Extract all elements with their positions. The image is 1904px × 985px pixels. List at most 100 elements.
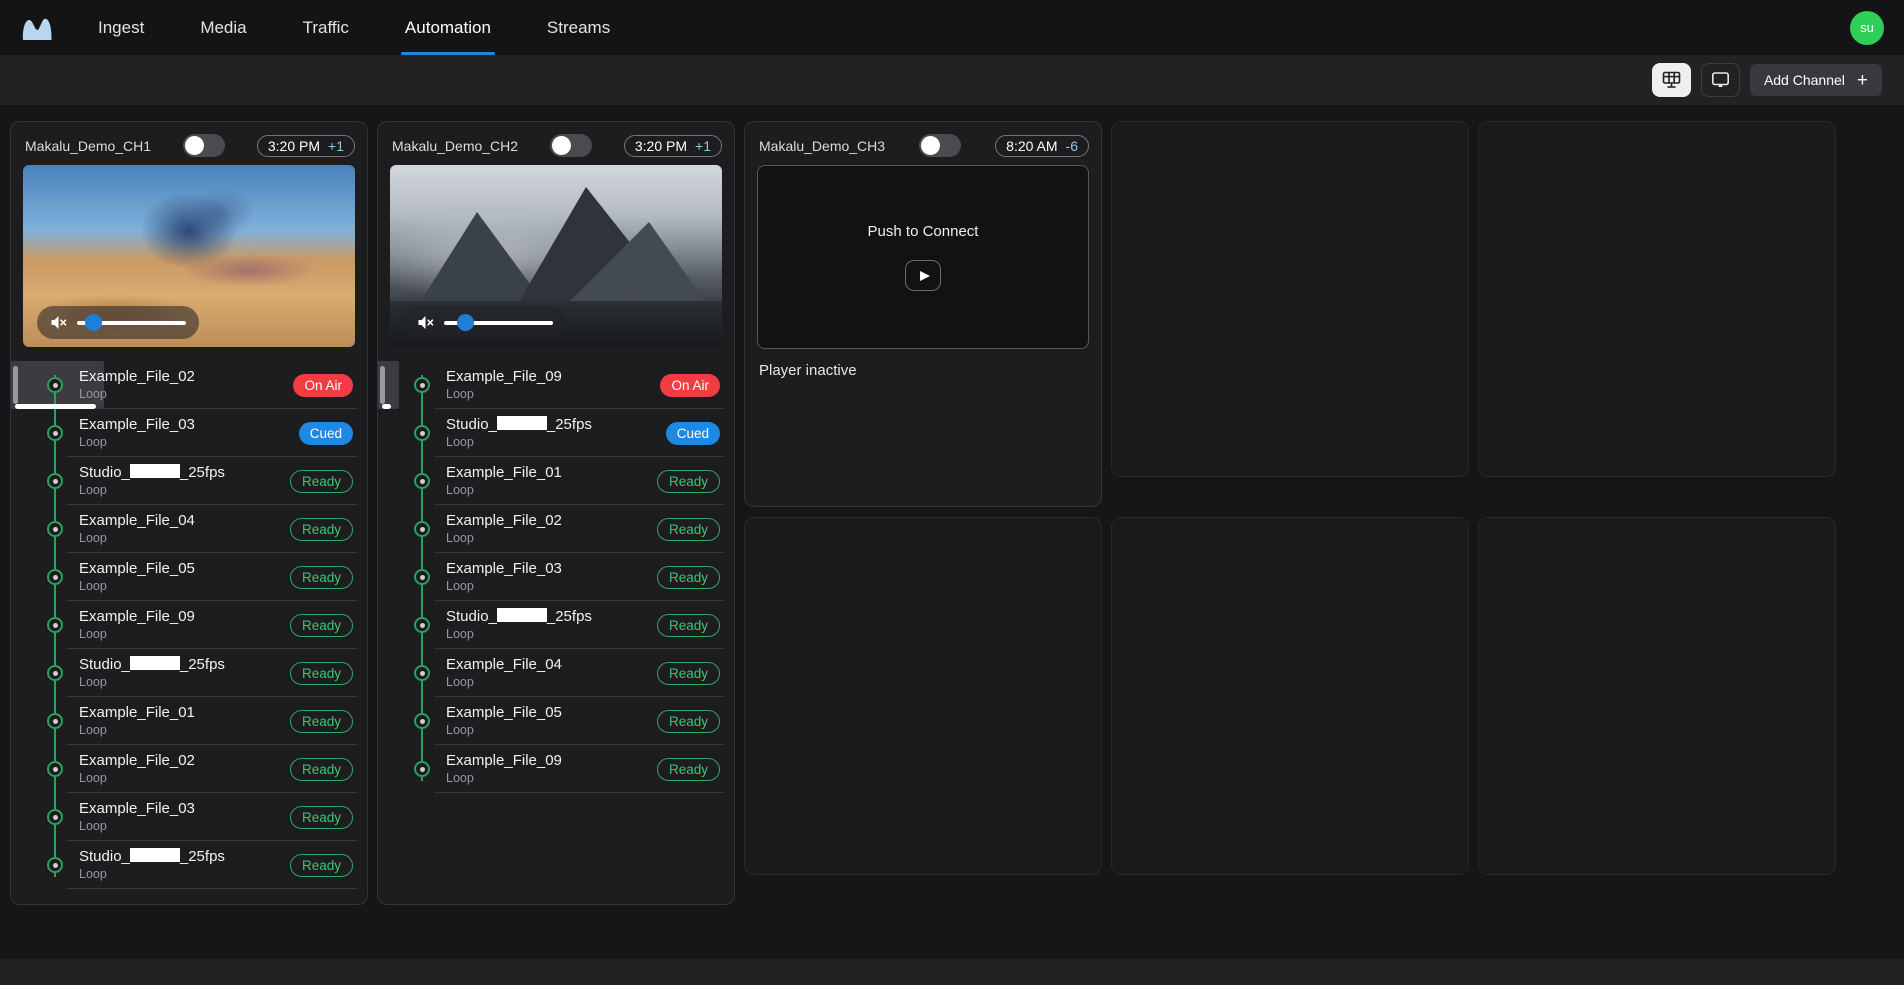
nav-item-media[interactable]: Media bbox=[200, 0, 246, 55]
mountain-shape bbox=[564, 222, 709, 307]
playlist-row[interactable]: Studio__25fpsLoopReady bbox=[11, 649, 367, 697]
volume-slider[interactable] bbox=[77, 321, 186, 325]
playlist-row[interactable]: Studio__25fpsLoopReady bbox=[11, 841, 367, 889]
playlist-row[interactable]: Studio__25fpsLoopReady bbox=[11, 457, 367, 505]
channel-column bbox=[1111, 121, 1469, 875]
user-avatar[interactable]: su bbox=[1850, 11, 1884, 45]
nav-item-streams[interactable]: Streams bbox=[547, 0, 610, 55]
clip-title: Example_File_02 bbox=[446, 512, 562, 529]
playlist: Example_File_09LoopOn AirStudio__25fpsLo… bbox=[378, 361, 734, 793]
clip-loop-label: Loop bbox=[446, 387, 562, 401]
volume-slider[interactable] bbox=[444, 321, 553, 325]
clip-title: Example_File_01 bbox=[446, 464, 562, 481]
playlist-row[interactable]: Example_File_03LoopReady bbox=[378, 553, 734, 601]
channel-header: Makalu_Demo_CH1 3:20 PM+1 bbox=[11, 122, 367, 161]
channel-time-pill: 3:20 PM+1 bbox=[624, 135, 722, 157]
playlist-row[interactable]: Example_File_05LoopReady bbox=[378, 697, 734, 745]
row-status-dot bbox=[47, 425, 63, 441]
status-badge: Ready bbox=[657, 614, 720, 637]
empty-channel-slot bbox=[744, 517, 1102, 875]
channel-time: 3:20 PM bbox=[635, 138, 687, 154]
top-nav: Ingest Media Traffic Automation Streams su bbox=[0, 0, 1904, 55]
mute-speaker-icon[interactable] bbox=[50, 315, 67, 330]
clip-title-prefix: Studio_ bbox=[446, 608, 497, 625]
clip-loop-label: Loop bbox=[446, 675, 562, 689]
channel-panel: Makalu_Demo_CH1 3:20 PM+1 Example_File_02L… bbox=[10, 121, 368, 905]
volume-control bbox=[37, 306, 199, 339]
clip-title: Example_File_05 bbox=[79, 560, 195, 577]
row-status-dot bbox=[47, 473, 63, 489]
row-status-dot bbox=[47, 761, 63, 777]
row-status-dot bbox=[47, 569, 63, 585]
clip-loop-label: Loop bbox=[79, 579, 195, 593]
playlist-row[interactable]: Example_File_05LoopReady bbox=[11, 553, 367, 601]
playlist-row[interactable]: Example_File_09LoopReady bbox=[378, 745, 734, 793]
row-text: Example_File_03Loop bbox=[79, 800, 195, 834]
empty-channel-slot bbox=[1111, 517, 1469, 875]
status-badge: Ready bbox=[657, 710, 720, 733]
push-to-connect-area[interactable]: Push to Connect bbox=[757, 165, 1089, 349]
row-text: Studio__25fpsLoop bbox=[446, 608, 592, 642]
clip-title-suffix: _25fps bbox=[547, 416, 592, 433]
row-text: Example_File_02Loop bbox=[79, 752, 195, 786]
playlist-row[interactable]: Example_File_02LoopReady bbox=[378, 505, 734, 553]
channel-power-toggle[interactable] bbox=[919, 134, 961, 157]
channel-time-pill: 3:20 PM+1 bbox=[257, 135, 355, 157]
row-text: Example_File_09Loop bbox=[79, 608, 195, 642]
playlist-row[interactable]: Example_File_04LoopReady bbox=[378, 649, 734, 697]
volume-knob[interactable] bbox=[85, 314, 102, 331]
mute-speaker-icon[interactable] bbox=[417, 315, 434, 330]
nav-item-traffic[interactable]: Traffic bbox=[303, 0, 349, 55]
playlist-row[interactable]: Example_File_09LoopOn Air bbox=[378, 361, 734, 409]
playlist-row[interactable]: Example_File_02Loop Ready bbox=[11, 745, 367, 793]
add-channel-button[interactable]: Add Channel + bbox=[1750, 64, 1882, 96]
makalu-logo[interactable] bbox=[20, 12, 54, 44]
row-text: Example_File_05 Loop bbox=[79, 560, 195, 594]
multiview-layout-button[interactable] bbox=[1652, 63, 1691, 97]
clip-title: Studio__25fps bbox=[79, 656, 225, 673]
status-badge: On Air bbox=[660, 374, 720, 397]
channel-title: Makalu_Demo_CH1 bbox=[25, 138, 151, 154]
row-drag-handle[interactable] bbox=[380, 366, 385, 404]
status-badge: Ready bbox=[290, 662, 353, 685]
toggle-knob bbox=[185, 136, 204, 155]
monitor-icon bbox=[1711, 71, 1730, 89]
clip-title-suffix: _25fps bbox=[547, 608, 592, 625]
play-button[interactable] bbox=[905, 260, 941, 291]
row-text: Example_File_09Loop bbox=[446, 752, 562, 786]
clip-loop-label: Loop bbox=[446, 483, 562, 497]
status-badge: Ready bbox=[290, 758, 353, 781]
clip-loop-label: Loop bbox=[446, 771, 562, 785]
single-monitor-button[interactable] bbox=[1701, 63, 1740, 97]
footer-bar bbox=[0, 959, 1904, 985]
nav-item-automation[interactable]: Automation bbox=[405, 0, 491, 55]
redacted-text bbox=[130, 464, 180, 478]
row-status-dot bbox=[47, 377, 63, 393]
channel-title: Makalu_Demo_CH2 bbox=[392, 138, 518, 154]
toggle-knob bbox=[921, 136, 940, 155]
row-status-dot bbox=[47, 521, 63, 537]
playlist-row[interactable]: Example_File_03LoopCued bbox=[11, 409, 367, 457]
playlist-row[interactable]: Example_File_09LoopReady bbox=[11, 601, 367, 649]
playlist-row[interactable]: Example_File_02LoopOn Air bbox=[11, 361, 367, 409]
playlist-row[interactable]: Studio__25fpsLoopCued bbox=[378, 409, 734, 457]
playlist-row[interactable]: Example_File_03LoopReady bbox=[11, 793, 367, 841]
playlist-row[interactable]: Example_File_04LoopReady bbox=[11, 505, 367, 553]
row-drag-handle[interactable] bbox=[13, 366, 18, 404]
volume-knob[interactable] bbox=[457, 314, 474, 331]
clip-title: Example_File_04 bbox=[79, 512, 195, 529]
row-text: Studio__25fpsLoop bbox=[79, 464, 225, 498]
playlist-row[interactable]: Example_File_01LoopReady bbox=[378, 457, 734, 505]
channel-panel: Makalu_Demo_CH2 3:20 PM+1 Example_File_09L… bbox=[377, 121, 735, 905]
row-status-dot bbox=[47, 857, 63, 873]
status-badge: On Air bbox=[293, 374, 353, 397]
playlist-row[interactable]: Studio__25fpsLoopReady bbox=[378, 601, 734, 649]
clip-loop-label: Loop bbox=[79, 483, 225, 497]
nav-item-ingest[interactable]: Ingest bbox=[98, 0, 144, 55]
row-text: Example_File_01Loop bbox=[79, 704, 195, 738]
channel-title: Makalu_Demo_CH3 bbox=[759, 138, 885, 154]
row-status-dot bbox=[414, 473, 430, 489]
channel-power-toggle[interactable] bbox=[183, 134, 225, 157]
channel-power-toggle[interactable] bbox=[550, 134, 592, 157]
playlist-row[interactable]: Example_File_01LoopReady bbox=[11, 697, 367, 745]
